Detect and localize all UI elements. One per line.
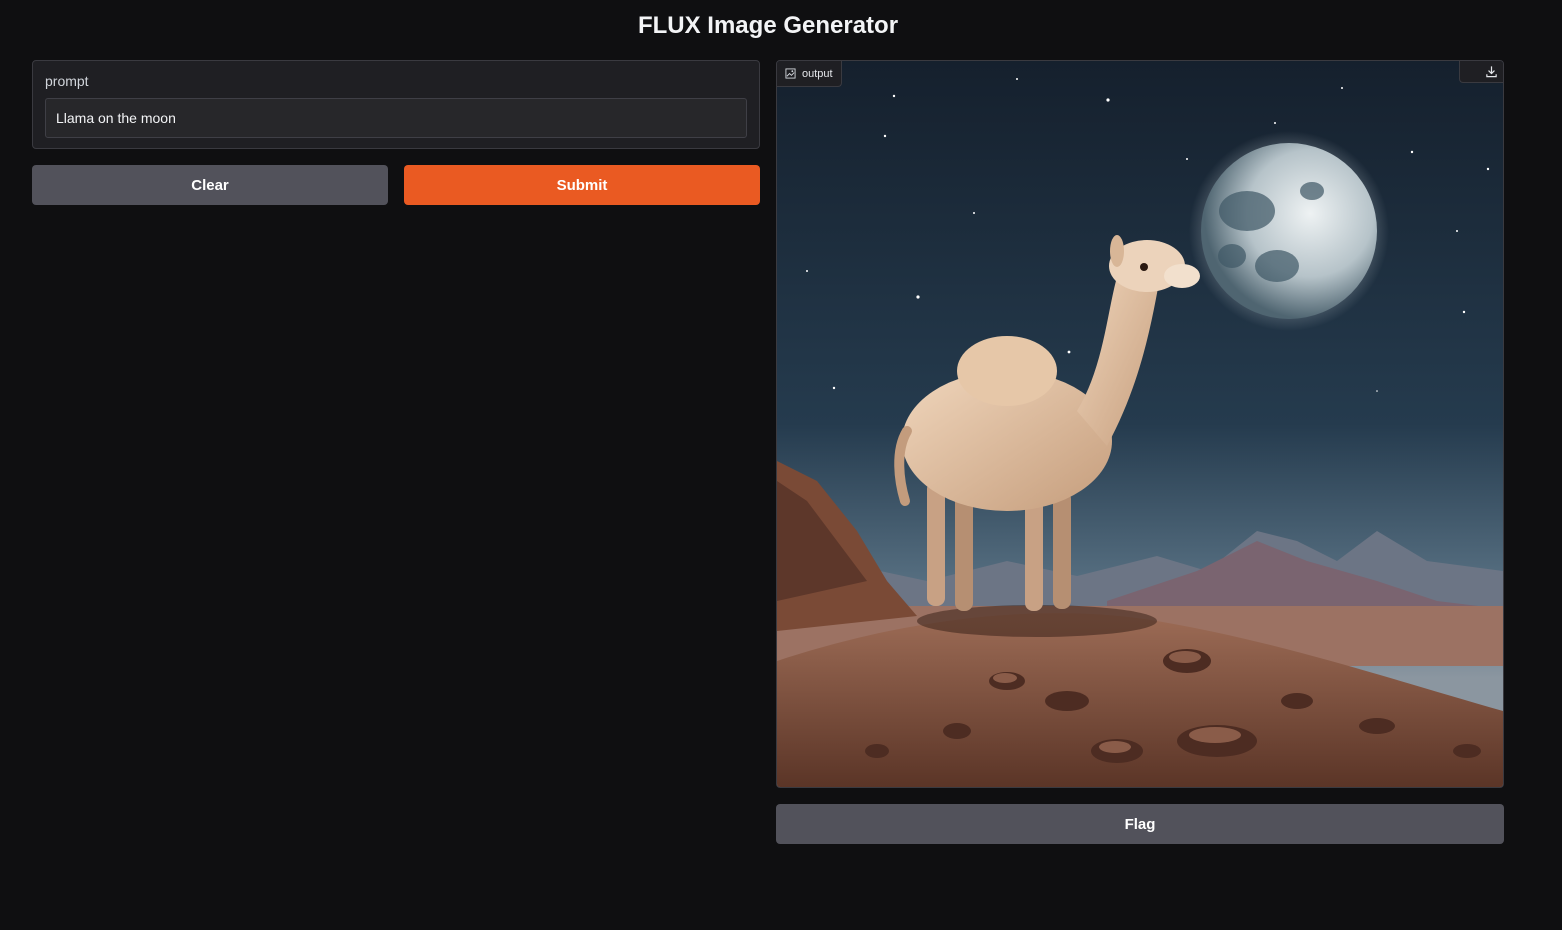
download-icon [1486, 66, 1497, 78]
image-icon [785, 68, 796, 79]
prompt-label: prompt [45, 73, 89, 89]
download-button[interactable] [1459, 61, 1503, 83]
submit-button[interactable]: Submit [404, 165, 760, 205]
prompt-input[interactable] [45, 98, 747, 138]
prompt-block: prompt [32, 60, 760, 149]
generated-image [777, 61, 1503, 787]
clear-button[interactable]: Clear [32, 165, 388, 205]
page-title: FLUX Image Generator [637, 12, 899, 39]
output-label-badge: output [777, 61, 842, 87]
output-label: output [802, 67, 833, 80]
flag-button[interactable]: Flag [776, 804, 1504, 844]
output-image-panel: output [776, 60, 1504, 788]
